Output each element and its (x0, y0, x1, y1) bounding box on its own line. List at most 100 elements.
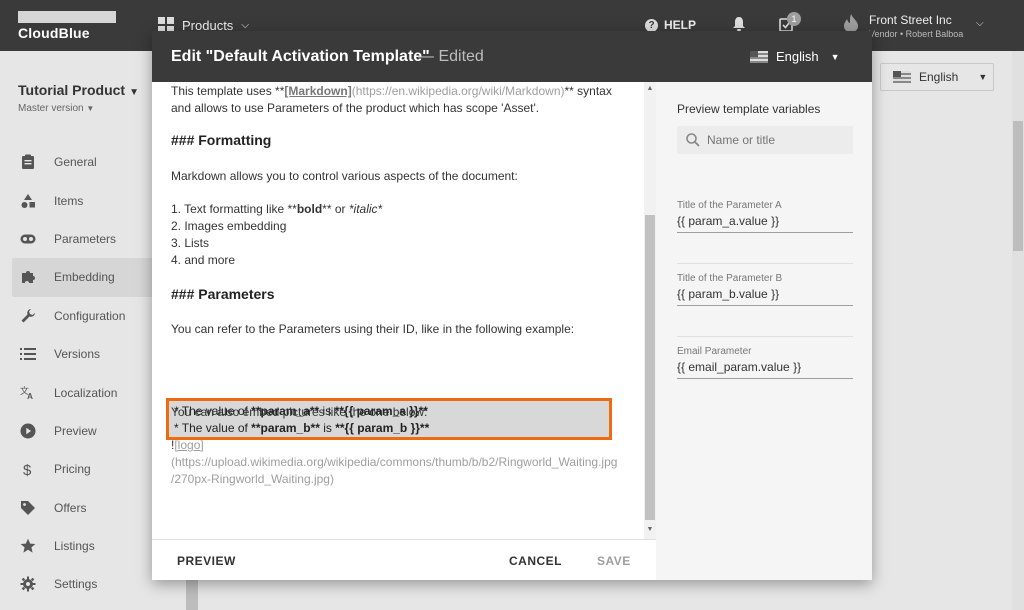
dialog-language-select[interactable]: English ▼ (750, 49, 840, 64)
help-button[interactable]: ? HELP (645, 18, 696, 32)
logo-link-text: [logo] (174, 438, 204, 452)
caret-down-icon: ▼ (830, 51, 840, 62)
editor-line: ![logo] (171, 438, 204, 452)
editor-line: Markdown allows you to control various a… (171, 169, 518, 183)
star-icon (20, 538, 36, 554)
editor-line: 3. Lists (171, 236, 210, 250)
variable-value: {{ param_b.value }} (677, 287, 780, 301)
divider (677, 263, 853, 264)
help-icon: ? (645, 18, 658, 32)
sidebar-item-items[interactable]: Items (0, 181, 152, 219)
caret-down-icon: ▼ (86, 104, 95, 113)
sidebar-item-general[interactable]: General (0, 143, 152, 181)
sidebar-item-embedding[interactable]: Embedding (12, 258, 152, 297)
sidebar-item-label: Settings (54, 577, 98, 592)
search-icon (686, 133, 700, 147)
sidebar-item-label: Embedding (54, 270, 115, 285)
editor-line: 4. and more (171, 253, 236, 267)
editor-line: This template uses **[Markdown](https://… (171, 84, 612, 98)
us-flag-icon (750, 50, 768, 63)
editor-scrollbar[interactable]: ▲ ▼ (644, 82, 656, 539)
sidebar-item-versions[interactable]: Versions (0, 335, 152, 373)
svg-text:$: $ (23, 462, 32, 477)
editor-line: 1. Text formatting like **bold** or *ita… (171, 202, 383, 216)
divider (677, 336, 853, 337)
scroll-up-arrow-icon[interactable]: ▲ (644, 85, 656, 92)
variable-label: Title of the Parameter A (677, 200, 782, 211)
logo-text: CloudBlue (18, 25, 90, 41)
chevron-down-icon[interactable]: ⌵ (976, 18, 984, 29)
markdown-link-text: [Markdown] (284, 84, 352, 98)
sidebar-item-localization[interactable]: 文 A Localization (0, 373, 152, 411)
variable-label: Email Parameter (677, 346, 752, 357)
svg-text:A: A (27, 392, 33, 401)
sidebar-item-configuration[interactable]: Configuration (0, 297, 152, 335)
editor-line: and allows to use Parameters of the prod… (171, 101, 540, 115)
sidebar-nav: General Items Parameters Embedding Configura… (0, 143, 152, 604)
sidebar-item-label: Parameters (54, 231, 117, 246)
edited-indicator: — Edited (418, 48, 484, 65)
caret-down-icon: ▼ (978, 72, 988, 82)
sidebar-item-label: Listings (54, 539, 95, 554)
dialog-footer: PREVIEW CANCEL SAVE (152, 539, 656, 580)
sidebar-item-preview[interactable]: Preview (0, 412, 152, 450)
dollar-icon: $ (20, 461, 36, 477)
logo-mark (18, 11, 116, 23)
dialog-language-label: English (776, 49, 819, 64)
page-scrollbar[interactable] (1012, 51, 1024, 610)
list-icon (20, 346, 36, 362)
sidebar-item-label: Pricing (54, 462, 91, 477)
sidebar-item-label: Configuration (54, 308, 126, 323)
sidebar-item-label: Versions (54, 347, 101, 362)
scroll-down-arrow-icon[interactable]: ▼ (644, 526, 656, 533)
variables-search (677, 126, 853, 154)
translate-icon: 文A (20, 385, 36, 401)
preview-variables-panel: Preview template variables Title of the … (656, 82, 872, 580)
template-editor[interactable]: This template uses **[Markdown](https://… (152, 82, 644, 539)
editor-line: * The value of **param_b** is **{{ param… (174, 421, 430, 435)
shapes-icon (20, 193, 36, 209)
variables-search-input[interactable] (707, 130, 847, 150)
page-scrollbar-thumb[interactable] (1013, 121, 1023, 251)
variable-field-param-a[interactable]: Title of the Parameter A {{ param_a.valu… (677, 200, 853, 233)
bell-icon (733, 17, 745, 31)
variable-label: Title of the Parameter B (677, 273, 783, 284)
parameters-icon (20, 231, 36, 247)
sidebar: Tutorial Product ▼ Master version ▼ Gener… (0, 51, 152, 610)
background-language-label: English (919, 70, 959, 84)
version-switcher[interactable]: Master version ▼ (18, 103, 94, 114)
background-language-select[interactable]: English ▼ (880, 63, 994, 91)
save-button[interactable]: SAVE (597, 554, 631, 568)
sidebar-item-listings[interactable]: Listings (0, 527, 152, 565)
sidebar-item-offers[interactable]: Offers (0, 489, 152, 527)
sidebar-item-label: General (54, 155, 97, 170)
sidebar-item-parameters[interactable]: Parameters (0, 220, 152, 258)
tasks-badge: 1 (787, 12, 801, 26)
sidebar-item-label: Items (54, 193, 84, 208)
editor-scrollbar-thumb[interactable] (645, 215, 655, 520)
variables-panel-title: Preview template variables (677, 102, 821, 116)
sidebar-item-pricing[interactable]: $ Pricing (0, 450, 152, 488)
variable-value: {{ email_param.value }} (677, 360, 802, 374)
sidebar-item-settings[interactable]: Settings (0, 565, 152, 603)
account-name: Front Street Inc (869, 13, 952, 27)
cloudblue-logo[interactable]: CloudBlue (18, 11, 116, 41)
editor-line: You can also embed pictures like the one… (171, 405, 428, 419)
editor-line: (https://upload.wikimedia.org/wikipedia/… (171, 455, 618, 469)
variable-field-email-param[interactable]: Email Parameter {{ email_param.value }} (677, 346, 853, 379)
chevron-down-icon: ⌵ (241, 19, 249, 31)
cancel-button[interactable]: CANCEL (509, 554, 562, 568)
editor-line: You can refer to the Parameters using th… (171, 322, 575, 336)
account-switcher[interactable]: Front Street Inc Vendor • Robert Balboa (869, 13, 963, 39)
product-switcher[interactable]: Tutorial Product ▼ (18, 82, 139, 98)
variable-field-param-b[interactable]: Title of the Parameter B {{ param_b.valu… (677, 273, 853, 306)
clipboard-icon (20, 154, 36, 170)
product-version: Master version (18, 103, 84, 114)
sidebar-scrollbar[interactable] (186, 580, 198, 610)
account-role: Vendor • Robert Balboa (869, 29, 964, 39)
dialog-title: Edit "Default Activation Template" (171, 48, 430, 65)
help-label: HELP (664, 18, 697, 32)
edit-template-dialog: Edit "Default Activation Template" — Edi… (152, 31, 872, 580)
sidebar-item-label: Localization (54, 385, 118, 400)
preview-button[interactable]: PREVIEW (177, 554, 236, 568)
